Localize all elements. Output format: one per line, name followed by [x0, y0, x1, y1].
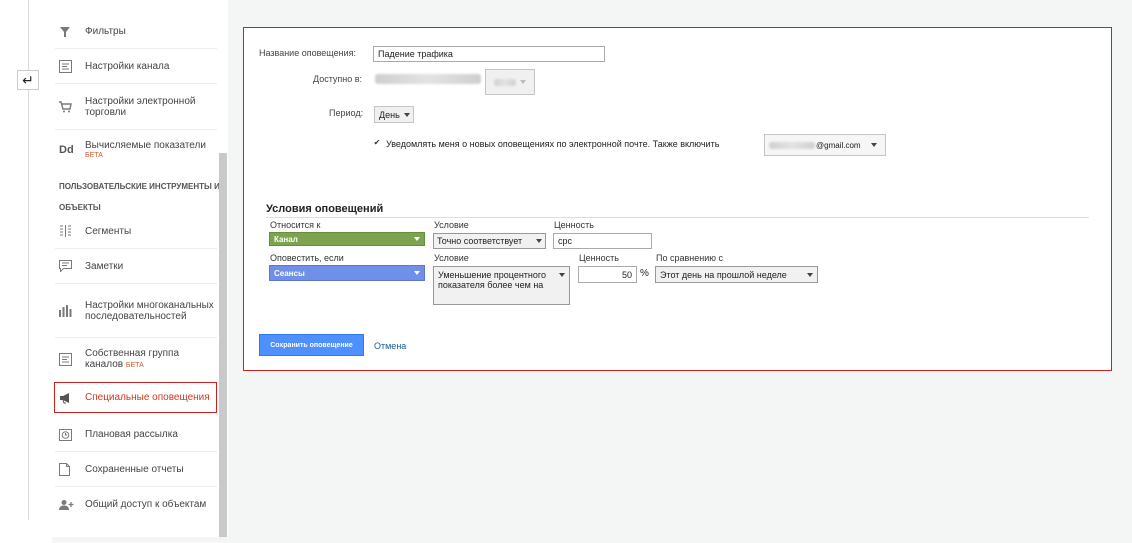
sidebar-item-label: Вычисляемые показатели — [85, 140, 206, 151]
threshold-value-input[interactable] — [578, 266, 637, 283]
alert-form-panel: Название оповещения: Доступно в: Период:… — [243, 27, 1112, 371]
segments-icon — [55, 225, 81, 237]
dimension-value: Канал — [274, 234, 298, 244]
period-select[interactable]: День — [374, 106, 414, 123]
sidebar-scrollbar[interactable] — [219, 153, 227, 537]
notes-icon — [55, 260, 81, 272]
conditions-title: Условия оповещений — [266, 203, 384, 215]
alert-if-label: Оповестить, если — [270, 253, 344, 263]
match-condition-value: Точно соответствует — [437, 236, 523, 246]
sidebar-item-scheduled-emails[interactable]: Плановая рассылка — [55, 417, 217, 452]
sidebar-item-label: Специальные оповещения — [85, 392, 210, 403]
sidebar-item-label: Настройки многоканальных последовательно… — [85, 299, 214, 322]
blurred-email — [769, 141, 815, 149]
sidebar-item-filters[interactable]: Фильтры — [55, 15, 217, 49]
sidebar-item-label: Сохраненные отчеты — [85, 463, 184, 475]
sidebar-item-multichannel-settings[interactable]: Настройки многоканальных последовательно… — [55, 284, 217, 338]
compare-select[interactable]: Этот день на прошлой неделе — [655, 266, 818, 283]
compare-value: Этот день на прошлой неделе — [660, 269, 787, 280]
value-label: Ценность — [554, 220, 594, 230]
sidebar-item-label: Общий доступ к объектам — [85, 499, 207, 510]
period-label: Период: — [329, 108, 364, 118]
chevron-down-icon — [559, 273, 565, 277]
channel-settings-icon — [55, 59, 81, 73]
chevron-down-icon — [414, 271, 420, 275]
sidebar-item-ecommerce-settings[interactable]: Настройки электронной торговли — [55, 84, 217, 130]
alert-name-input[interactable] — [373, 46, 605, 62]
sidebar-item-label: Заметки — [85, 260, 124, 272]
dd-icon: Dd — [59, 144, 74, 156]
match-value-input[interactable] — [553, 233, 652, 249]
sidebar-item-label-wrap: Вычисляемые показатели БЕТА — [81, 140, 206, 160]
megaphone-icon — [55, 392, 81, 404]
back-arrow-icon: ↵ — [22, 71, 34, 88]
chevron-down-icon — [414, 237, 420, 241]
clock-icon — [55, 428, 81, 441]
blurred-view-value — [494, 78, 516, 86]
chevron-down-icon — [870, 143, 877, 147]
period-value: День — [379, 109, 400, 120]
beta-badge: БЕТА — [85, 152, 103, 159]
sidebar-item-label: Плановая рассылка — [85, 428, 178, 440]
sidebar-item-segments[interactable]: Сегменты — [55, 214, 217, 249]
back-column: ↵ — [0, 0, 52, 543]
condition-label: Условие — [434, 220, 469, 230]
sidebar-item-share-assets[interactable]: Общий доступ к объектам — [55, 487, 217, 522]
metric-select[interactable]: Сеансы — [269, 265, 425, 281]
match-condition-select[interactable]: Точно соответствует — [433, 233, 546, 249]
condition-label-2: Условие — [434, 253, 469, 263]
applies-to-label: Относится к — [270, 220, 321, 230]
compare-to-label: По сравнению с — [656, 253, 723, 263]
percent-sign: % — [640, 268, 649, 279]
filter-icon — [55, 26, 81, 38]
chevron-down-icon — [403, 112, 410, 117]
sidebar: Фильтры Настройки канала Настройки элект… — [52, 0, 228, 537]
beta-badge: БЕТА — [125, 361, 144, 369]
email-select[interactable]: @gmail.com — [764, 134, 886, 156]
chevron-down-icon — [536, 239, 542, 243]
sidebar-item-calculated-metrics[interactable]: Dd Вычисляемые показатели БЕТА — [55, 130, 217, 170]
bars-icon — [55, 304, 81, 317]
dimension-select[interactable]: Канал — [269, 232, 425, 246]
value-label-2: Ценность — [579, 253, 619, 263]
threshold-condition-value: Уменьшение процентного показателя более … — [438, 270, 546, 290]
divider — [266, 217, 1089, 218]
sidebar-item-channel-settings[interactable]: Настройки канала — [55, 49, 217, 84]
cancel-link[interactable]: Отмена — [374, 341, 406, 351]
sidebar-item-notes[interactable]: Заметки — [55, 249, 217, 284]
document-icon — [55, 462, 81, 476]
sidebar-item-label: Настройки электронной торговли — [85, 95, 196, 118]
threshold-condition-select[interactable]: Уменьшение процентного показателя более … — [433, 266, 570, 305]
alert-name-label: Название оповещения: — [259, 48, 356, 58]
share-user-icon — [55, 499, 81, 511]
back-button[interactable]: ↵ — [17, 70, 39, 90]
cart-icon — [55, 100, 81, 113]
page: ↵ Фильтры Настройки канала Настройки эле… — [0, 0, 1132, 543]
blurred-view-name — [375, 74, 481, 84]
save-alert-button[interactable]: Сохранить оповещение — [259, 334, 364, 356]
sidebar-item-label: Фильтры — [85, 26, 126, 37]
section-heading-cont: ОБЪЕКТЫ — [59, 203, 101, 212]
section-heading: ПОЛЬЗОВАТЕЛЬСКИЕ ИНСТРУМЕНТЫ И — [59, 182, 220, 191]
view-selector[interactable] — [485, 69, 535, 95]
notify-text: Уведомлять меня о новых оповещениях по э… — [386, 139, 720, 149]
sidebar-item-saved-reports[interactable]: Сохраненные отчеты — [55, 452, 217, 487]
sidebar-item-label-wrap: Собственная группа каналов БЕТА — [81, 348, 217, 371]
chevron-down-icon — [807, 272, 813, 277]
notify-checkbox[interactable]: ✔ — [373, 138, 381, 147]
sidebar-item-label: Настройки канала — [85, 60, 170, 72]
sidebar-item-custom-alerts[interactable]: Специальные оповещения — [54, 382, 217, 413]
sidebar-item-label: Сегменты — [85, 225, 132, 237]
sidebar-item-channel-group[interactable]: Собственная группа каналов БЕТА — [55, 338, 217, 380]
available-in-label: Доступно в: — [313, 74, 363, 84]
email-domain: @gmail.com — [816, 140, 861, 150]
channel-group-icon — [55, 352, 81, 366]
chevron-down-icon — [520, 80, 526, 84]
metric-value: Сеансы — [274, 268, 305, 278]
